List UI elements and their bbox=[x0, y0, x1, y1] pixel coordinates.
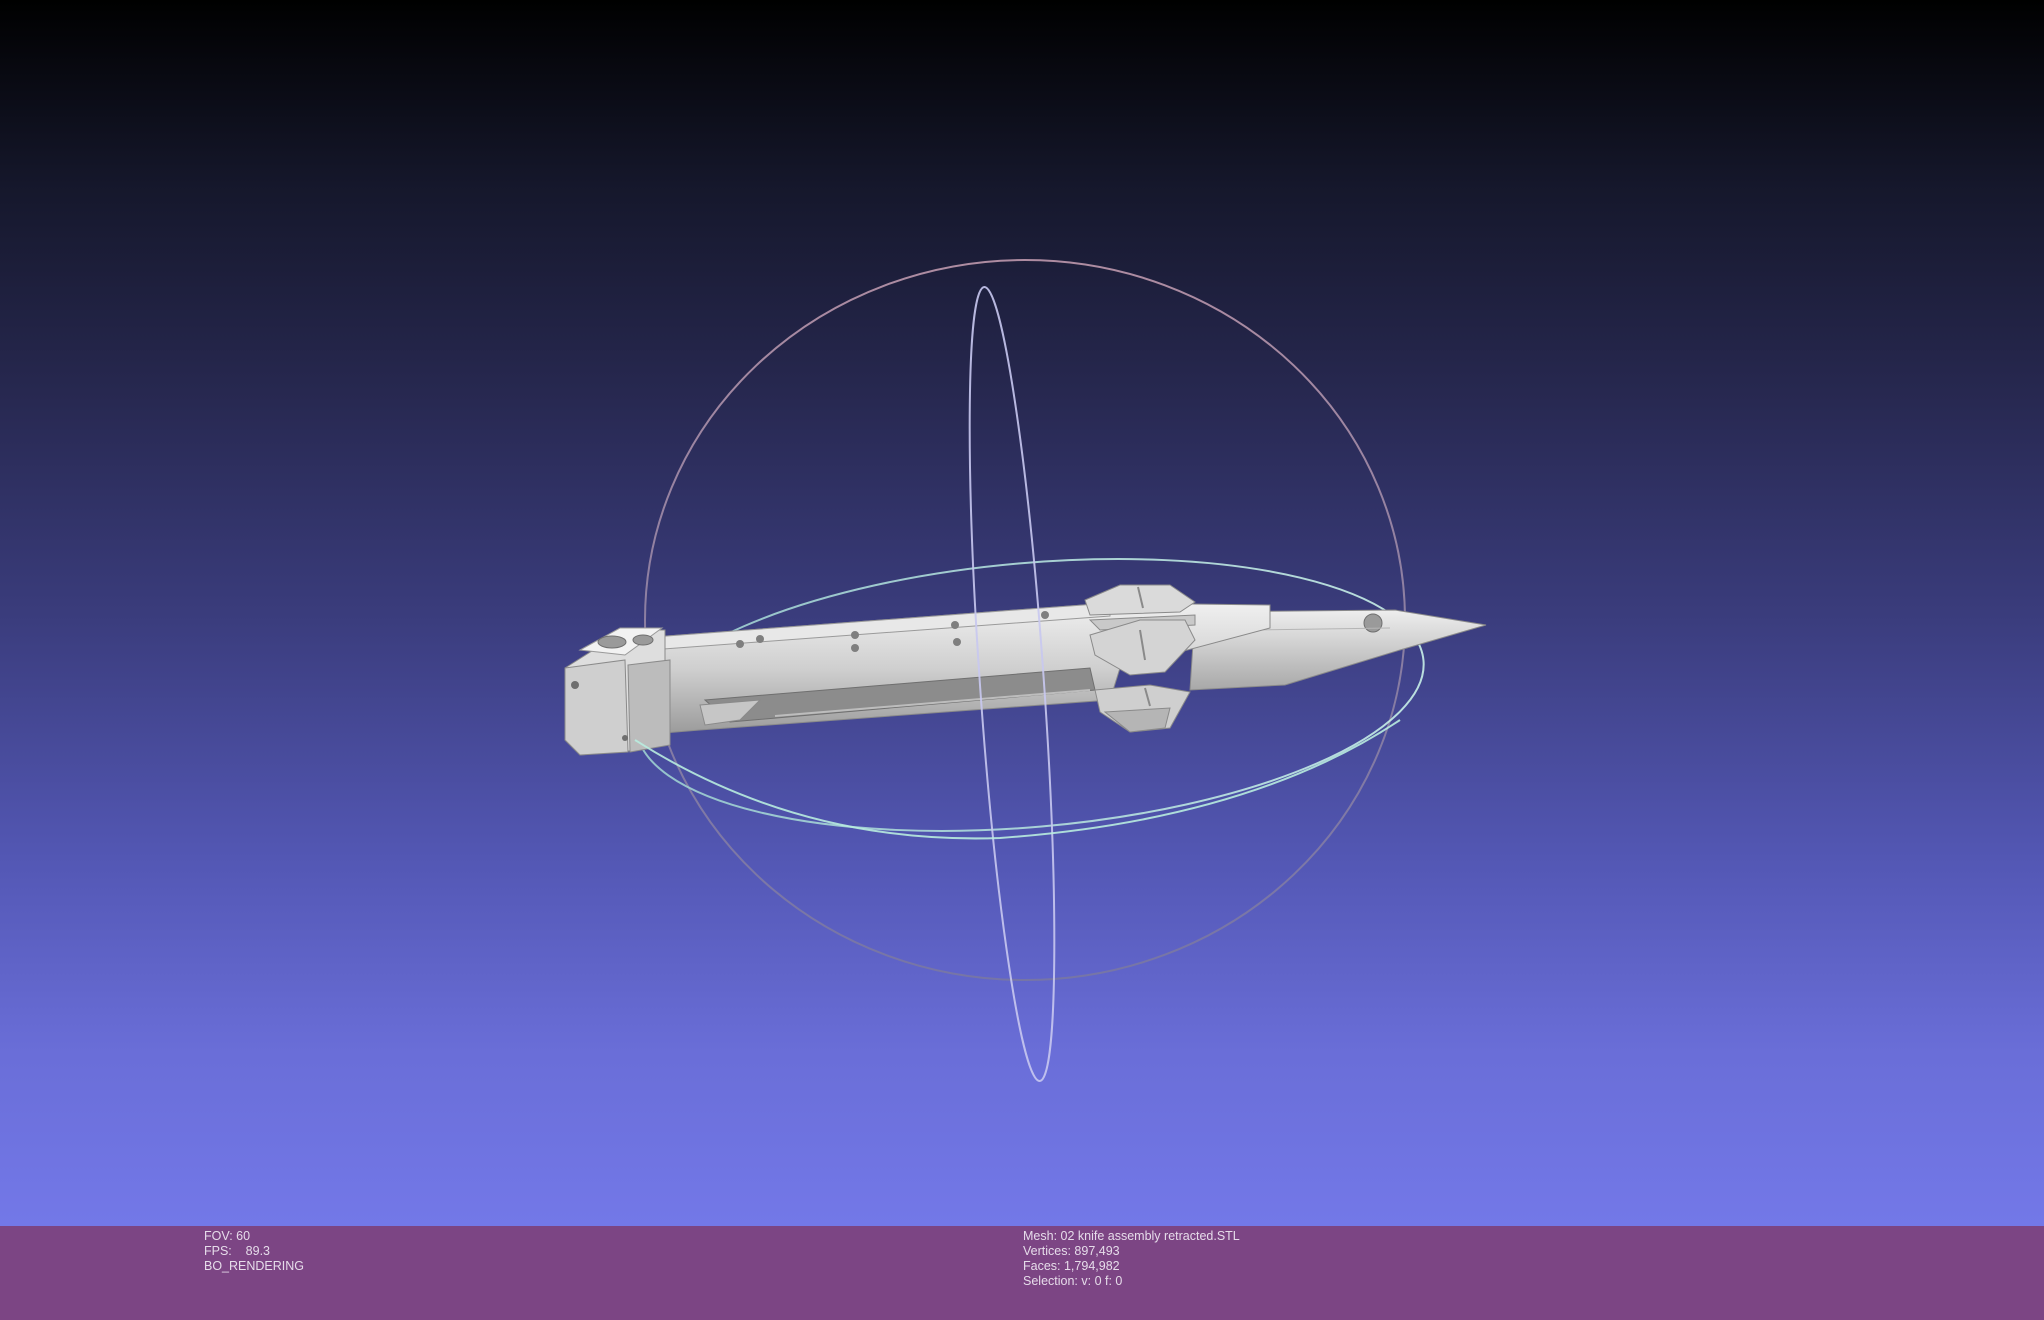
mesh-info-panel: Mesh: 02 knife assembly retracted.STL Ve… bbox=[1023, 1229, 1240, 1289]
render-info-panel: FOV: 60 FPS: 89.3 BO_RENDERING bbox=[204, 1229, 304, 1274]
3d-viewport[interactable] bbox=[0, 0, 2044, 1226]
render-mode-readout: BO_RENDERING bbox=[204, 1259, 305, 1273]
mesh-name-readout: Mesh: 02 knife assembly retracted.STL bbox=[1023, 1229, 1240, 1243]
trackball-horizontal-ring-front bbox=[634, 719, 1401, 840]
selection-readout: Selection: v: 0 f: 0 bbox=[1023, 1274, 1123, 1288]
fov-readout: FOV: 60 bbox=[204, 1229, 251, 1243]
fps-readout: FPS: 89.3 bbox=[204, 1244, 271, 1258]
knife-mesh bbox=[564, 584, 1487, 756]
status-info-bar: FOV: 60 FPS: 89.3 BO_RENDERING Mesh: 02 … bbox=[0, 1226, 2044, 1320]
scene-canvas[interactable] bbox=[0, 0, 2044, 1226]
faces-readout: Faces: 1,794,982 bbox=[1023, 1259, 1120, 1273]
vertices-readout: Vertices: 897,493 bbox=[1023, 1244, 1120, 1258]
